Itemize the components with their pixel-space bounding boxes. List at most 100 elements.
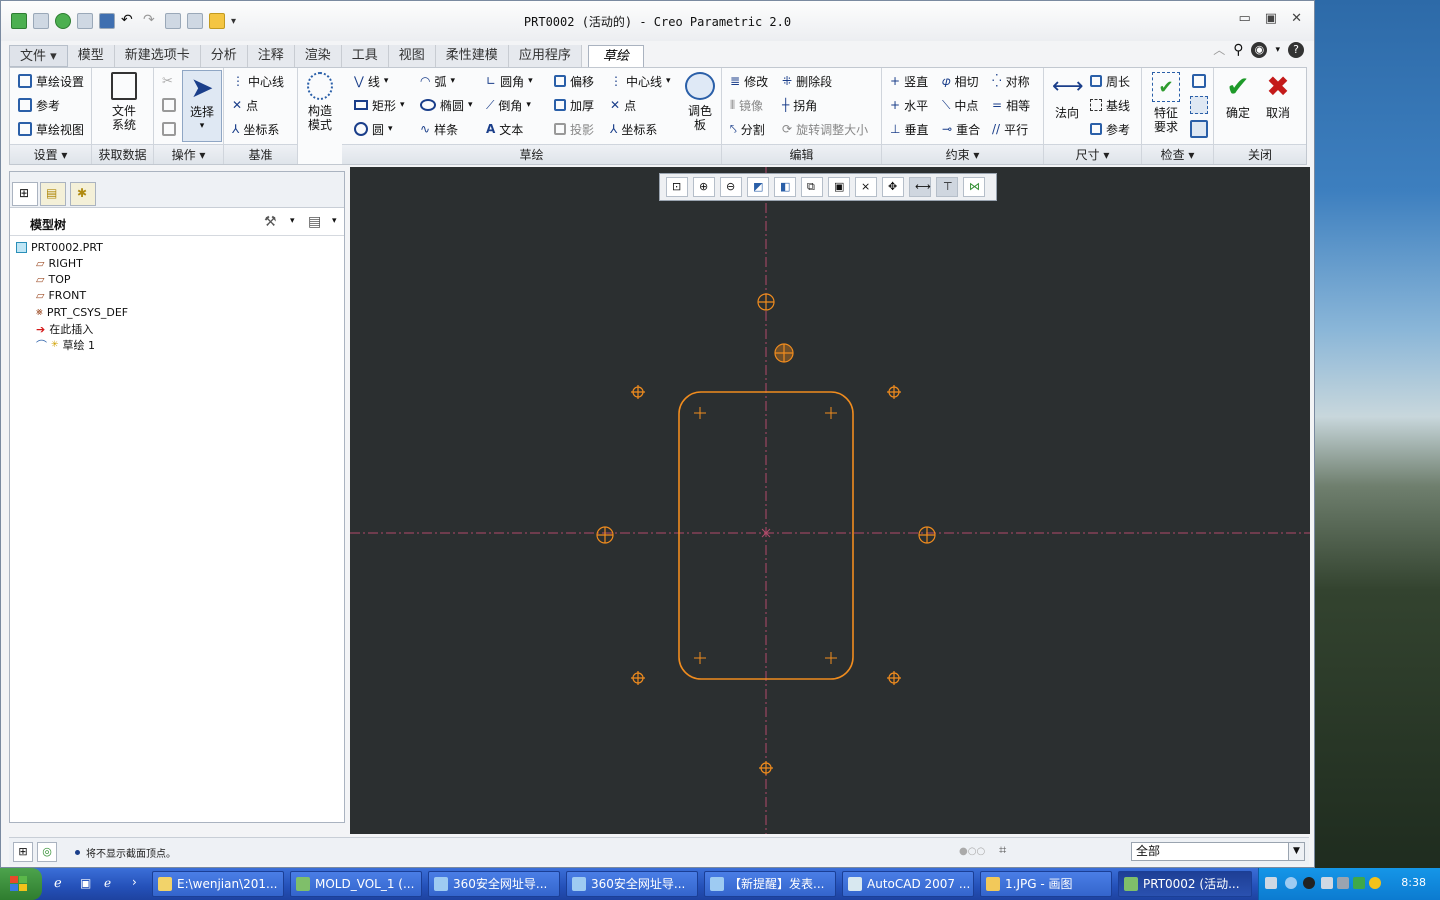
group-label-constrain[interactable]: 约束 ▾: [882, 144, 1043, 164]
saved-orientations-button[interactable]: ⧉: [801, 177, 823, 197]
tab-model[interactable]: 模型: [67, 45, 115, 67]
offset-button[interactable]: 偏移: [554, 71, 594, 91]
model-tree-tab[interactable]: ⊞: [12, 182, 38, 206]
tree-item-sketch[interactable]: ⌒ ✳ 草绘 1: [36, 337, 95, 353]
file-system-button[interactable]: 文件系统: [104, 72, 144, 132]
paste-icon[interactable]: [162, 122, 176, 136]
display-style-button[interactable]: ◧: [774, 177, 796, 197]
chevron-down-icon[interactable]: ▾: [290, 216, 295, 226]
group-label-operations[interactable]: 操作 ▾: [154, 144, 223, 164]
community-icon[interactable]: ◉: [1251, 41, 1268, 58]
favorites-tab[interactable]: ✱: [70, 182, 96, 206]
sketch-view-button[interactable]: 草绘视图: [18, 119, 84, 139]
normal-dimension-button[interactable]: ⟷ 法向: [1048, 72, 1086, 120]
tab-applications[interactable]: 应用程序: [508, 45, 582, 67]
community-menu-icon[interactable]: ▾: [1275, 45, 1280, 55]
task-browser-3[interactable]: 【新提醒】发表...: [704, 871, 836, 897]
cut-icon[interactable]: ✂: [162, 74, 176, 89]
task-browser-2[interactable]: 360安全网址导...: [566, 871, 698, 897]
tree-item-part[interactable]: PRT0002.PRT: [16, 241, 103, 254]
sketch-setup-button[interactable]: 草绘设置: [18, 71, 84, 91]
task-mold-vol[interactable]: MOLD_VOL_1 (...: [290, 871, 422, 897]
reference-dimension-button[interactable]: 参考: [1090, 119, 1130, 139]
tab-sketch[interactable]: 草绘: [587, 45, 644, 67]
tree-settings-icon[interactable]: ⚒: [264, 214, 277, 230]
keyboard-icon[interactable]: [1265, 877, 1277, 889]
datum-display-button[interactable]: ⨯: [855, 177, 877, 197]
desktop-quicklaunch-icon[interactable]: ▣: [80, 876, 91, 890]
tab-annotate[interactable]: 注释: [247, 45, 295, 67]
qq-icon[interactable]: [1303, 877, 1315, 889]
datum-point-button[interactable]: ✕ 点: [232, 95, 258, 115]
perpendicular-constraint-button[interactable]: ⊥ 垂直: [890, 119, 928, 139]
thicken-button[interactable]: 加厚: [554, 95, 594, 115]
horizontal-constraint-button[interactable]: + 水平: [890, 95, 928, 115]
vertex-display-button[interactable]: ⋈: [963, 177, 985, 197]
references-button[interactable]: 参考: [18, 95, 60, 115]
highlight-open-ends-icon[interactable]: [1190, 120, 1208, 138]
constraint-display-button[interactable]: ⊤: [936, 177, 958, 197]
line-button[interactable]: ⋁ 线 ▾: [354, 71, 388, 91]
rotate-resize-button[interactable]: ⟳ 旋转调整大小: [782, 119, 868, 139]
task-browser-1[interactable]: 360安全网址导...: [428, 871, 560, 897]
perimeter-button[interactable]: 周长: [1090, 71, 1130, 91]
ie-quicklaunch-icon[interactable]: ℯ: [54, 876, 62, 891]
tab-flexible-modeling[interactable]: 柔性建模: [435, 45, 509, 67]
find-icon[interactable]: ⌗: [999, 843, 1006, 858]
select-button[interactable]: ➤ 选择 ▾: [182, 70, 222, 142]
task-explorer[interactable]: E:\wenjian\201...: [152, 871, 284, 897]
chevron-down-icon[interactable]: ▾: [332, 216, 337, 226]
coincident-constraint-button[interactable]: ⊸ 重合: [942, 119, 980, 139]
minimize-ribbon-icon[interactable]: ︿: [1213, 41, 1225, 58]
equal-constraint-button[interactable]: = 相等: [992, 95, 1030, 115]
security-plus-icon[interactable]: [1369, 877, 1381, 889]
cancel-button[interactable]: ✖ 取消: [1260, 72, 1296, 121]
divide-button[interactable]: ⤣ 分割: [730, 119, 765, 139]
text-button[interactable]: A 文本: [486, 119, 523, 139]
tree-item-top[interactable]: ▱ TOP: [36, 273, 70, 286]
circle-button[interactable]: 圆 ▾: [354, 119, 393, 139]
start-button[interactable]: [0, 868, 42, 900]
construction-mode-button[interactable]: 构造模式: [304, 72, 336, 132]
tab-analysis[interactable]: 分析: [200, 45, 248, 67]
search-icon[interactable]: ⚲: [1233, 42, 1243, 58]
monitor-icon[interactable]: [1321, 877, 1333, 889]
tab-new[interactable]: 新建选项卡: [114, 45, 201, 67]
quicklaunch-more-icon[interactable]: ›: [132, 875, 137, 889]
folder-browser-tab[interactable]: ▤: [40, 182, 66, 206]
refit-button[interactable]: ⊡: [666, 177, 688, 197]
copy-icon[interactable]: [162, 98, 176, 112]
zoom-in-button[interactable]: ⊕: [693, 177, 715, 197]
overlapping-geometry-icon[interactable]: [1192, 74, 1206, 88]
mirror-button[interactable]: ⫴ 镜像: [730, 95, 763, 115]
parallel-constraint-button[interactable]: //平行: [992, 119, 1028, 139]
modify-button[interactable]: ≣ 修改: [730, 71, 768, 91]
tab-render[interactable]: 渲染: [294, 45, 342, 67]
browser-quicklaunch-icon[interactable]: ℯ: [104, 876, 111, 890]
help-icon[interactable]: ?: [1288, 41, 1304, 58]
sketch-point-button[interactable]: ✕ 点: [610, 95, 636, 115]
group-label-dimension[interactable]: 尺寸 ▾: [1044, 144, 1141, 164]
midpoint-constraint-button[interactable]: ⟍ 中点: [942, 95, 978, 115]
feature-requirements-button[interactable]: ✔ 特征要求: [1146, 72, 1186, 134]
group-label-inspect[interactable]: 检查 ▾: [1142, 144, 1213, 164]
spin-center-button[interactable]: ✥: [882, 177, 904, 197]
repaint-button[interactable]: ◩: [747, 177, 769, 197]
tree-item-front[interactable]: ▱ FRONT: [36, 289, 86, 302]
volume-icon[interactable]: [1337, 877, 1349, 889]
ok-button[interactable]: ✔ 确定: [1220, 72, 1256, 121]
datum-csys-button[interactable]: ⅄ 坐标系: [232, 119, 279, 139]
tree-toggle-icon[interactable]: ⊞: [13, 842, 33, 862]
project-button[interactable]: 投影: [554, 119, 594, 139]
network-icon[interactable]: [1285, 877, 1297, 889]
tree-filters-icon[interactable]: ▤: [308, 214, 321, 230]
tangent-constraint-button[interactable]: 𝜑 相切: [942, 71, 979, 91]
tab-tools[interactable]: 工具: [341, 45, 389, 67]
security-shield-icon[interactable]: [1353, 877, 1365, 889]
view-manager-button[interactable]: ▣: [828, 177, 850, 197]
delete-segment-button[interactable]: ⁜ 删除段: [782, 71, 832, 91]
baseline-button[interactable]: 基线: [1090, 95, 1130, 115]
rectangle-button[interactable]: 矩形 ▾: [354, 95, 405, 115]
fillet-button[interactable]: ∟ 圆角 ▾: [486, 71, 533, 91]
group-label-setup[interactable]: 设置 ▾: [10, 144, 91, 164]
